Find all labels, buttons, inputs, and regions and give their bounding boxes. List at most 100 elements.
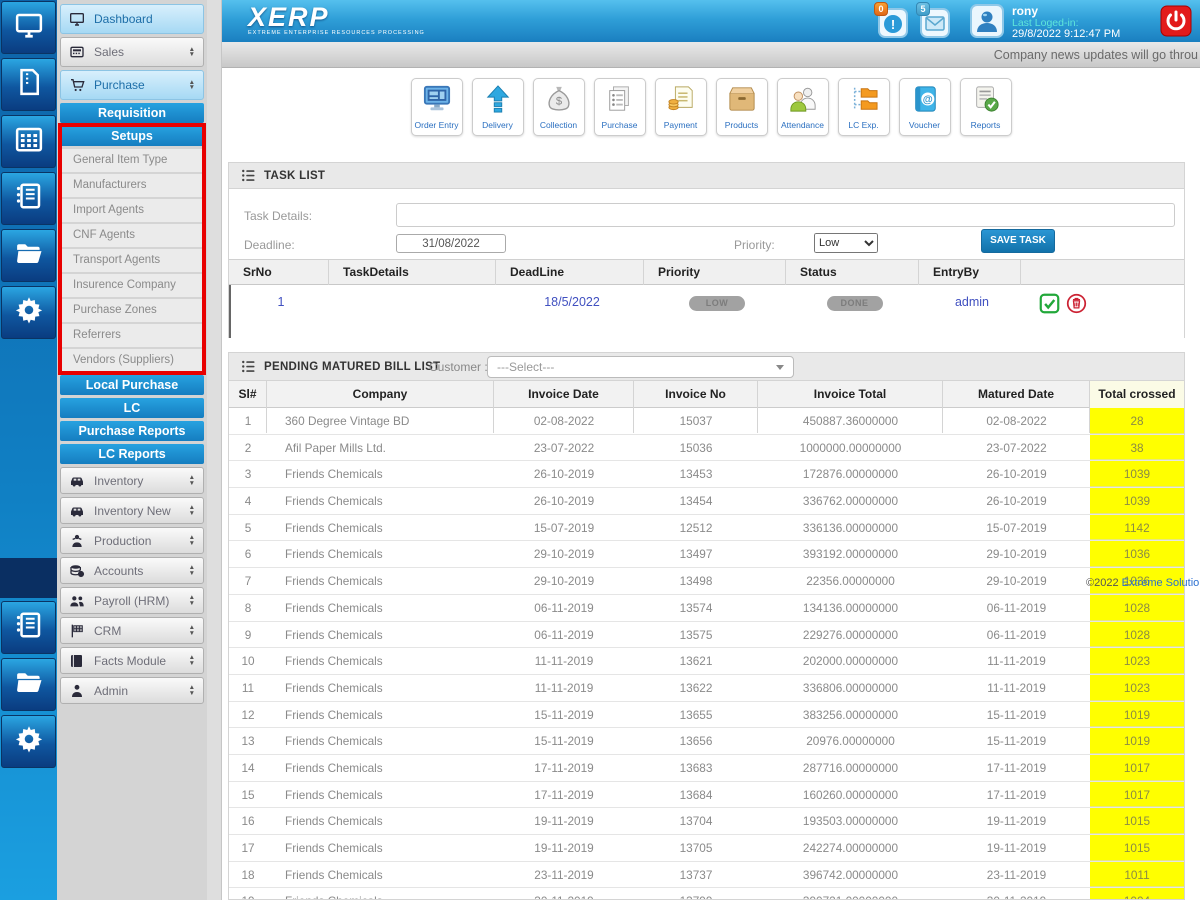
sidebar-subitem-referrers[interactable]: Referrers bbox=[60, 324, 204, 347]
rail-notebook-button[interactable] bbox=[1, 601, 56, 654]
bill-company-cell: Friends Chemicals bbox=[267, 595, 494, 621]
monitor-icon bbox=[14, 10, 44, 45]
sidebar-header-requisition[interactable]: Requisition bbox=[60, 103, 204, 123]
bill-table-row: 14Friends Chemicals17-11-201913683287716… bbox=[229, 755, 1184, 782]
sidebar-item-inventory[interactable]: Inventory▲▼ bbox=[60, 467, 204, 494]
user-avatar[interactable] bbox=[970, 4, 1004, 38]
sidebar-subitem-cnf-agents[interactable]: CNF Agents bbox=[60, 224, 204, 247]
sidebar-item-production[interactable]: Production▲▼ bbox=[60, 527, 204, 554]
bill-invoice-no-cell: 15037 bbox=[634, 408, 758, 434]
bill-invoice-total-cell: 134136.00000000 bbox=[758, 595, 943, 621]
bill-invoice-date-cell: 29-10-2019 bbox=[494, 541, 634, 567]
toolbar-button-products[interactable]: Products bbox=[716, 78, 768, 136]
rail-zip-document-button[interactable] bbox=[1, 58, 56, 111]
delete-task-icon[interactable] bbox=[1066, 293, 1087, 314]
expand-collapse-arrows-icon: ▲▼ bbox=[189, 47, 195, 58]
bill-sl-cell: 7 bbox=[229, 568, 267, 594]
rail-notebook-button[interactable] bbox=[1, 172, 56, 225]
bill-invoice-date-cell: 15-11-2019 bbox=[494, 702, 634, 728]
task-details-input[interactable] bbox=[396, 203, 1175, 227]
mark-done-icon[interactable] bbox=[1039, 293, 1060, 314]
rail-gear-button[interactable] bbox=[1, 715, 56, 768]
pending-bill-title: PENDING MATURED BILL LIST bbox=[264, 361, 440, 373]
task-cell: 18/5/2022 bbox=[498, 285, 646, 338]
voucher-icon: @ bbox=[910, 85, 940, 118]
rail-monitor-button[interactable] bbox=[1, 1, 56, 54]
alerts-icon[interactable]: ! 0 bbox=[878, 8, 908, 38]
customer-select[interactable]: ---Select--- bbox=[487, 356, 794, 378]
news-ticker-bar: Company news updates will go throu bbox=[222, 42, 1200, 68]
sidebar-header-lc[interactable]: LC bbox=[60, 398, 204, 418]
sidebar-subitem-insurence-company[interactable]: Insurence Company bbox=[60, 274, 204, 297]
toolbar-button-payment[interactable]: Payment bbox=[655, 78, 707, 136]
save-task-button[interactable]: SAVE TASK bbox=[981, 229, 1055, 253]
bill-crossed-days-cell: 1015 bbox=[1090, 835, 1184, 861]
toolbar-button-attendance[interactable]: Attendance bbox=[777, 78, 829, 136]
sidebar-subitem-import-agents[interactable]: Import Agents bbox=[60, 199, 204, 222]
rail-folder-button[interactable] bbox=[1, 229, 56, 282]
sidebar-subitem-vendors-suppliers[interactable]: Vendors (Suppliers) bbox=[60, 349, 204, 372]
priority-label: Priority: bbox=[734, 238, 775, 252]
sidebar-header-setups[interactable]: Setups bbox=[60, 126, 204, 146]
bill-invoice-no-cell: 13498 bbox=[634, 568, 758, 594]
bill-crossed-days-cell: 1015 bbox=[1090, 808, 1184, 834]
sidebar-subitem-transport-agents[interactable]: Transport Agents bbox=[60, 249, 204, 272]
copyright-vendor-link[interactable]: Extreme Solutions. bbox=[1122, 577, 1200, 589]
sidebar-subitem-manufacturers[interactable]: Manufacturers bbox=[60, 174, 204, 197]
task-deadline-link[interactable]: 18/5/2022 bbox=[544, 295, 600, 309]
bill-table-row: 9Friends Chemicals06-11-201913575229276.… bbox=[229, 622, 1184, 649]
toolbar-button-purchase[interactable]: Purchase bbox=[594, 78, 646, 136]
task-entryby-link[interactable]: admin bbox=[955, 295, 989, 309]
toolbar-button-voucher[interactable]: @ Voucher bbox=[899, 78, 951, 136]
bill-invoice-date-cell: 15-07-2019 bbox=[494, 515, 634, 541]
list-icon bbox=[241, 359, 256, 374]
sidebar-item-accounts[interactable]: Accounts▲▼ bbox=[60, 557, 204, 584]
app-logo-subtitle: EXTREME ENTERPRISE RESOURCES PROCESSING bbox=[248, 30, 425, 36]
sidebar-item-facts-module[interactable]: Facts Module▲▼ bbox=[60, 647, 204, 674]
bill-invoice-date-cell: 06-11-2019 bbox=[494, 595, 634, 621]
copyright-text: ©2022 bbox=[1086, 577, 1119, 589]
bill-crossed-days-cell: 1039 bbox=[1090, 488, 1184, 514]
bill-sl-cell: 2 bbox=[229, 435, 267, 461]
expand-collapse-arrows-icon: ▲▼ bbox=[189, 80, 195, 91]
messages-icon[interactable]: 5 bbox=[920, 8, 950, 38]
bill-table-row: 7Friends Chemicals29-10-20191349822356.0… bbox=[229, 568, 1184, 595]
toolbar-button-lc-exp[interactable]: LC Exp. bbox=[838, 78, 890, 136]
sidebar-item-dashboard[interactable]: Dashboard bbox=[60, 4, 204, 34]
sidebar-item-sales[interactable]: Sales▲▼ bbox=[60, 37, 204, 67]
bill-invoice-no-cell: 15036 bbox=[634, 435, 758, 461]
sidebar-item-payroll-hrm[interactable]: Payroll (HRM)▲▼ bbox=[60, 587, 204, 614]
folder-icon bbox=[14, 667, 44, 702]
toolbar-button-label: Voucher bbox=[909, 120, 940, 130]
task-srno-link[interactable]: 1 bbox=[278, 295, 285, 309]
toolbar-button-delivery[interactable]: Delivery bbox=[472, 78, 524, 136]
priority-select[interactable]: Low bbox=[814, 233, 878, 253]
bill-table-row: 12Friends Chemicals15-11-201913655383256… bbox=[229, 702, 1184, 729]
sidebar-header-local-purchase[interactable]: Local Purchase bbox=[60, 375, 204, 395]
rail-calendar-button[interactable] bbox=[1, 115, 56, 168]
bill-invoice-total-cell: 336806.00000000 bbox=[758, 675, 943, 701]
sidebar-header-lc-reports[interactable]: LC Reports bbox=[60, 444, 204, 464]
sidebar-item-inventory-new[interactable]: Inventory New▲▼ bbox=[60, 497, 204, 524]
sidebar-item-purchase[interactable]: Purchase▲▼ bbox=[60, 70, 204, 100]
sidebar-header-purchase-reports[interactable]: Purchase Reports bbox=[60, 421, 204, 441]
task-table-row: 118/5/2022LOWDONEadmin bbox=[229, 285, 1184, 338]
sidebar-item-crm[interactable]: CRM▲▼ bbox=[60, 617, 204, 644]
logout-power-button[interactable] bbox=[1160, 5, 1192, 37]
bill-invoice-total-cell: 22356.00000000 bbox=[758, 568, 943, 594]
bill-invoice-total-cell: 393192.00000000 bbox=[758, 541, 943, 567]
bill-invoice-total-cell: 1000000.00000000 bbox=[758, 435, 943, 461]
collection-icon: $ bbox=[544, 85, 574, 118]
sidebar-subitem-general-item-type[interactable]: General Item Type bbox=[60, 149, 204, 172]
deadline-date-input[interactable] bbox=[396, 234, 506, 253]
bill-table-row: 18Friends Chemicals23-11-201913737396742… bbox=[229, 862, 1184, 889]
app-logo[interactable]: XERP EXTREME ENTERPRISE RESOURCES PROCES… bbox=[248, 2, 425, 36]
rail-folder-button[interactable] bbox=[1, 658, 56, 711]
sidebar-item-admin[interactable]: Admin▲▼ bbox=[60, 677, 204, 704]
toolbar-button-order-entry[interactable]: Order Entry bbox=[411, 78, 463, 136]
toolbar-button-reports[interactable]: Reports bbox=[960, 78, 1012, 136]
sidebar-subitem-purchase-zones[interactable]: Purchase Zones bbox=[60, 299, 204, 322]
rail-gear-button[interactable] bbox=[1, 286, 56, 339]
toolbar-button-collection[interactable]: $Collection bbox=[533, 78, 585, 136]
worker-icon bbox=[69, 533, 85, 549]
